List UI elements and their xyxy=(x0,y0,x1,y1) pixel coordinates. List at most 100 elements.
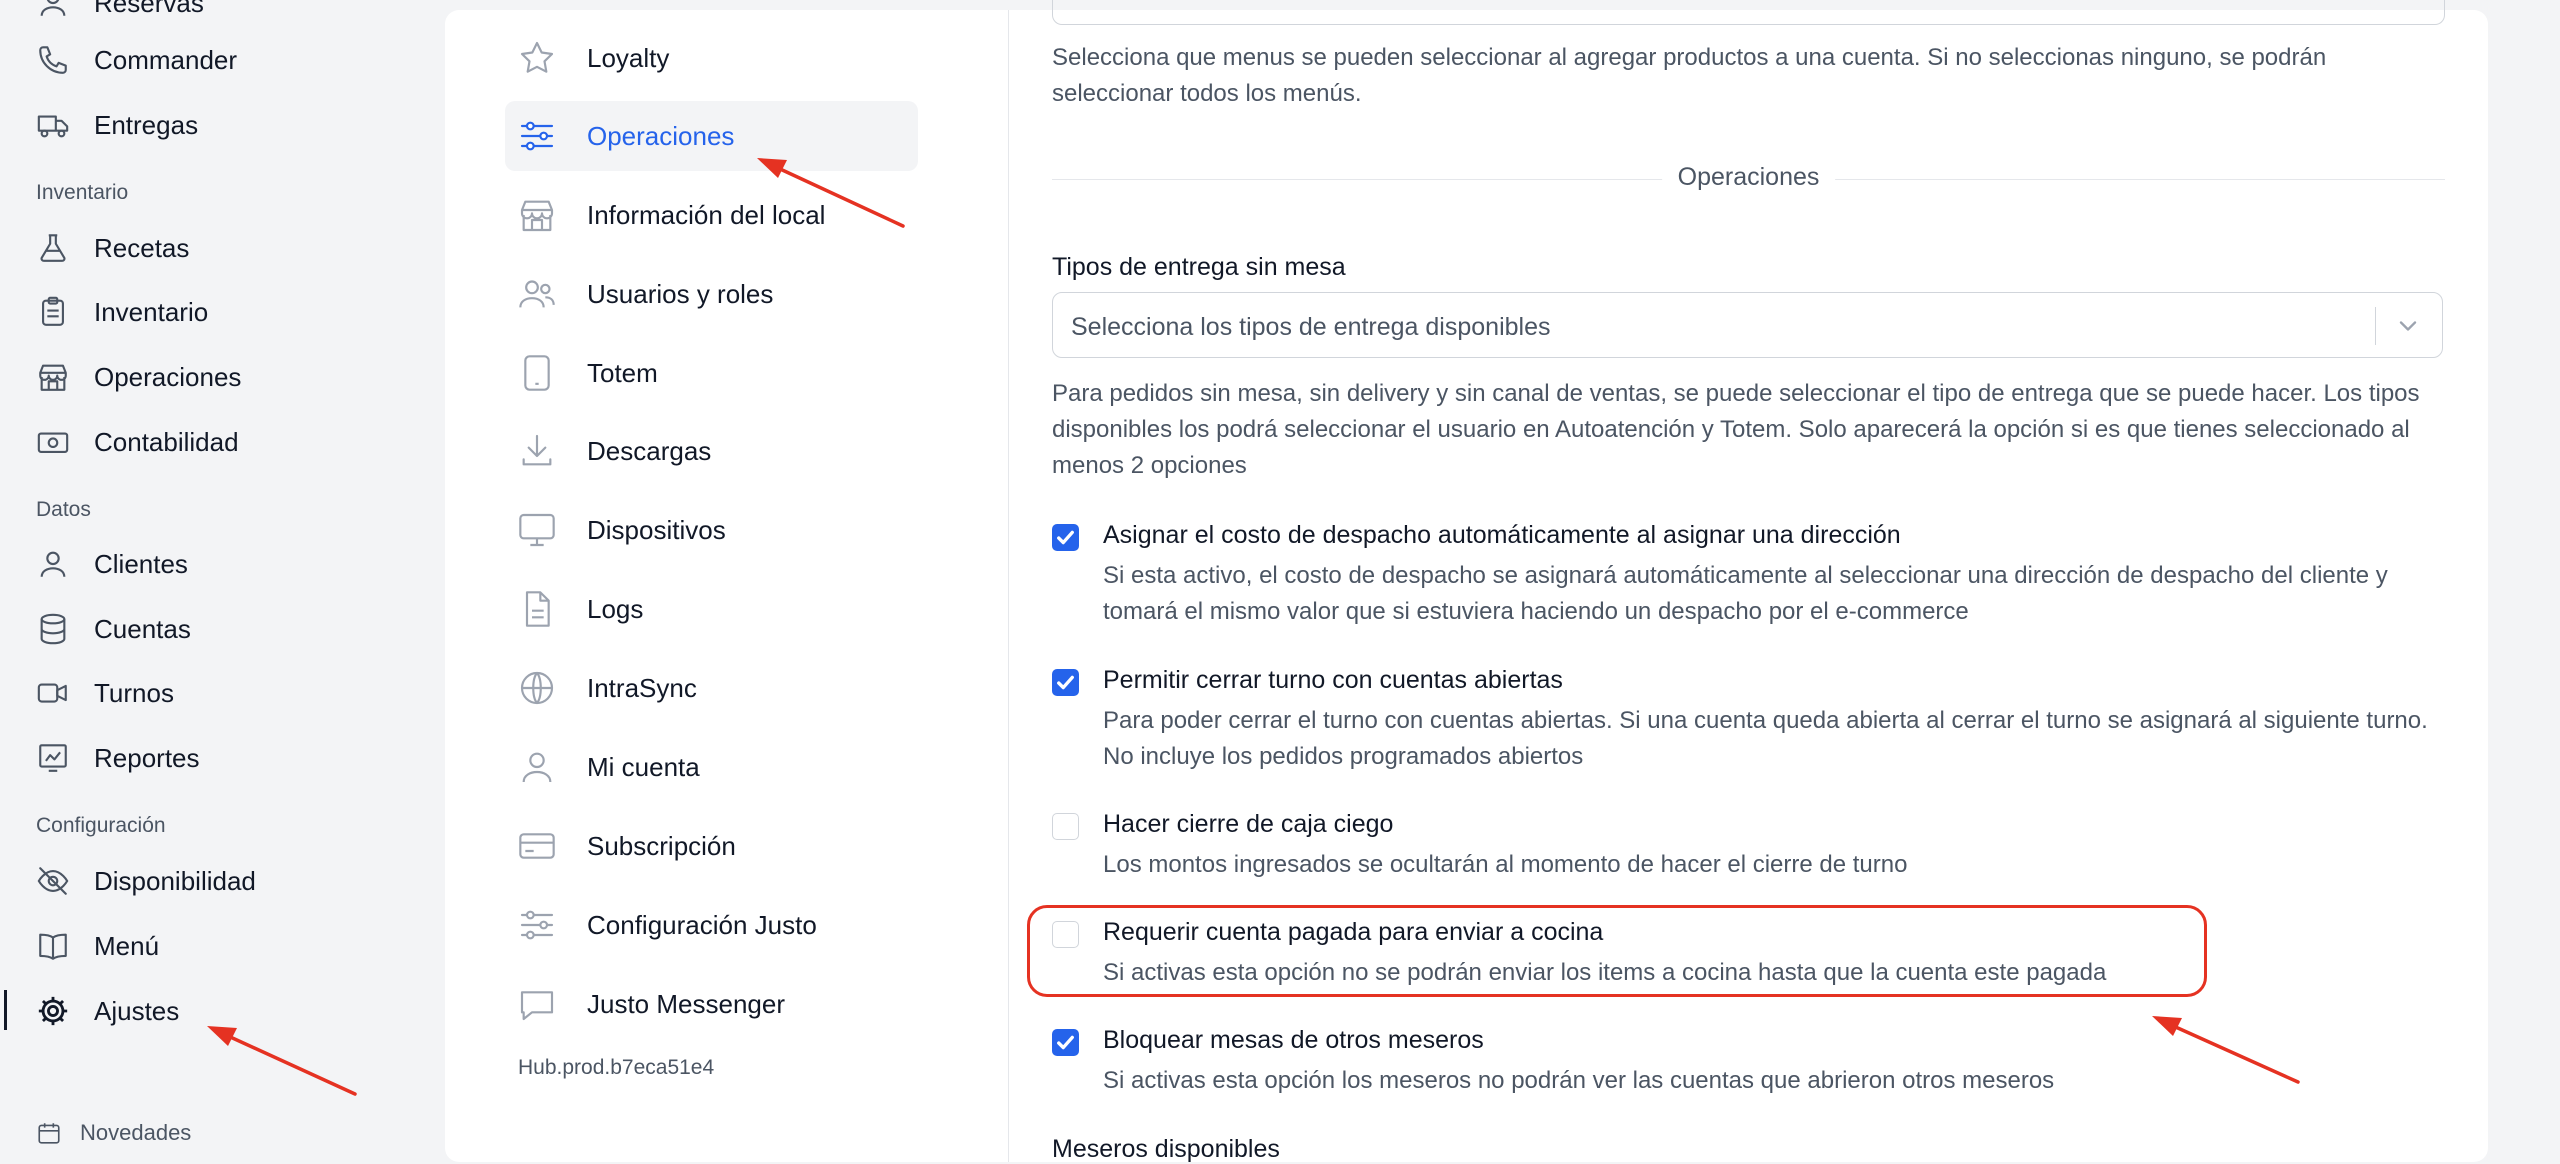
credit-card-icon xyxy=(517,826,557,866)
settings-nav-justo-messenger[interactable]: Justo Messenger xyxy=(505,969,918,1039)
truck-icon xyxy=(36,108,70,142)
star-icon xyxy=(517,38,557,78)
settings-nav-descargas[interactable]: Descargas xyxy=(505,416,918,486)
store-icon xyxy=(36,360,70,394)
database-icon xyxy=(36,612,70,646)
sidebar-item-inventario[interactable]: Inventario xyxy=(36,287,416,337)
flask-icon xyxy=(36,231,70,265)
user-icon xyxy=(36,0,70,20)
delivery-types-label: Tipos de entrega sin mesa xyxy=(1052,253,1346,281)
settings-nav-subscripcion[interactable]: Subscripción xyxy=(505,811,918,881)
sidebar-item-novedades[interactable]: Novedades xyxy=(36,1120,191,1146)
menus-help-text: Selecciona que menus se pueden seleccion… xyxy=(1052,44,2327,107)
settings-nav-operaciones[interactable]: Operaciones xyxy=(505,101,918,171)
settings-nav-label: IntraSync xyxy=(587,672,697,703)
settings-nav-mi-cuenta[interactable]: Mi cuenta xyxy=(505,732,918,802)
chart-icon xyxy=(36,741,70,775)
sidebar-item-turnos[interactable]: Turnos xyxy=(36,668,416,718)
users-icon xyxy=(517,274,557,314)
menus-select[interactable] xyxy=(1052,0,2445,25)
option-title: Asignar el costo de despacho automáticam… xyxy=(1103,521,1901,549)
auto-shipping-cost-checkbox[interactable] xyxy=(1052,524,1079,551)
sidebar-item-label: Reservas xyxy=(94,0,204,18)
novedades-label: Novedades xyxy=(80,1120,192,1145)
tablet-icon xyxy=(517,353,557,393)
settings-nav-label: Usuarios y roles xyxy=(587,278,774,309)
option-description: Si activas esta opción los meseros no po… xyxy=(1103,1067,2055,1094)
delivery-types-placeholder: Selecciona los tipos de entrega disponib… xyxy=(1071,313,1551,341)
sidebar-item-label: Entregas xyxy=(94,109,199,140)
sidebar-item-reportes[interactable]: Reportes xyxy=(36,733,416,783)
settings-nav-label: Descargas xyxy=(587,435,712,466)
settings-nav-usuarios-roles[interactable]: Usuarios y roles xyxy=(505,259,918,329)
settings-nav-configuracion-justo[interactable]: Configuración Justo xyxy=(505,890,918,960)
settings-nav-totem[interactable]: Totem xyxy=(505,338,918,408)
section-label-datos: Datos xyxy=(36,498,91,521)
phone-icon xyxy=(36,43,70,77)
annotation-highlight-box xyxy=(1027,905,2207,997)
cash-icon xyxy=(36,425,70,459)
sidebar-item-contabilidad[interactable]: Contabilidad xyxy=(36,417,416,467)
settings-nav-loyalty[interactable]: Loyalty xyxy=(505,23,918,93)
sidebar-item-reservas[interactable]: Reservas xyxy=(36,0,416,28)
video-icon xyxy=(36,676,70,710)
sidebar-item-operaciones[interactable]: Operaciones xyxy=(36,352,416,402)
close-shift-open-accounts-checkbox[interactable] xyxy=(1052,669,1079,696)
settings-nav-label: Configuración Justo xyxy=(587,909,817,940)
clipboard-icon xyxy=(36,295,70,329)
settings-nav-logs[interactable]: Logs xyxy=(505,574,918,644)
sidebar-item-label: Recetas xyxy=(94,232,190,263)
user-icon xyxy=(517,747,557,787)
settings-nav-dispositivos[interactable]: Dispositivos xyxy=(505,495,918,565)
settings-nav-intrasync[interactable]: IntraSync xyxy=(505,653,918,723)
settings-nav-label: Dispositivos xyxy=(587,514,726,545)
settings-nav-label: Justo Messenger xyxy=(587,988,785,1019)
globe-icon xyxy=(517,668,557,708)
calendar-icon xyxy=(36,1120,62,1146)
sidebar-item-disponibilidad[interactable]: Disponibilidad xyxy=(36,856,416,906)
settings-nav-label: Logs xyxy=(587,593,644,624)
delivery-types-help: Para pedidos sin mesa, sin delivery y si… xyxy=(1052,380,2420,479)
eye-slash-icon xyxy=(36,864,70,898)
sidebar-item-menu[interactable]: Menú xyxy=(36,921,416,971)
sidebar-item-label: Inventario xyxy=(94,296,209,327)
monitor-icon xyxy=(517,510,557,550)
active-indicator xyxy=(4,990,7,1030)
gear-icon xyxy=(36,994,70,1028)
sliders-icon xyxy=(517,116,557,156)
main-sidebar: Reservas Commander Entregas Inventario R… xyxy=(0,0,445,1162)
settings-nav-label: Operaciones xyxy=(587,120,735,151)
sidebar-item-clientes[interactable]: Clientes xyxy=(36,539,416,589)
settings-nav-label: Loyalty xyxy=(587,42,670,73)
sidebar-item-label: Cuentas xyxy=(94,613,191,644)
sidebar-item-ajustes[interactable]: Ajustes xyxy=(36,986,416,1036)
delivery-types-select[interactable]: Selecciona los tipos de entrega disponib… xyxy=(1052,292,2443,358)
option-description: Para poder cerrar el turno con cuentas a… xyxy=(1103,707,2428,770)
blind-cash-close-checkbox[interactable] xyxy=(1052,813,1079,840)
chat-icon xyxy=(517,984,557,1024)
option-title: Permitir cerrar turno con cuentas abiert… xyxy=(1103,666,1563,694)
section-label-inventario: Inventario xyxy=(36,181,129,204)
settings-nav: Loyalty Operaciones Información del loca… xyxy=(445,10,1009,1162)
option-title: Hacer cierre de caja ciego xyxy=(1103,810,1394,838)
sidebar-item-label: Menú xyxy=(94,930,160,961)
sidebar-item-entregas[interactable]: Entregas xyxy=(36,100,416,150)
book-icon xyxy=(36,929,70,963)
sidebar-item-label: Turnos xyxy=(94,677,174,708)
sidebar-item-commander[interactable]: Commander xyxy=(36,35,416,85)
sidebar-item-recetas[interactable]: Recetas xyxy=(36,223,416,273)
download-icon xyxy=(517,431,557,471)
sidebar-item-label: Reportes xyxy=(94,742,200,773)
section-title: Operaciones xyxy=(1661,163,1836,192)
meseros-disponibles-label: Meseros disponibles xyxy=(1052,1135,1280,1163)
block-other-waiters-tables-checkbox[interactable] xyxy=(1052,1029,1079,1056)
user-icon xyxy=(36,547,70,581)
sliders-icon xyxy=(517,905,557,945)
sidebar-item-cuentas[interactable]: Cuentas xyxy=(36,604,416,654)
option-description: Los montos ingresados se ocultarán al mo… xyxy=(1103,851,1908,878)
document-icon xyxy=(517,589,557,629)
sidebar-item-label: Clientes xyxy=(94,548,188,579)
select-separator xyxy=(2374,307,2376,345)
settings-nav-informacion-local[interactable]: Información del local xyxy=(505,180,918,250)
settings-nav-label: Información del local xyxy=(587,199,826,230)
